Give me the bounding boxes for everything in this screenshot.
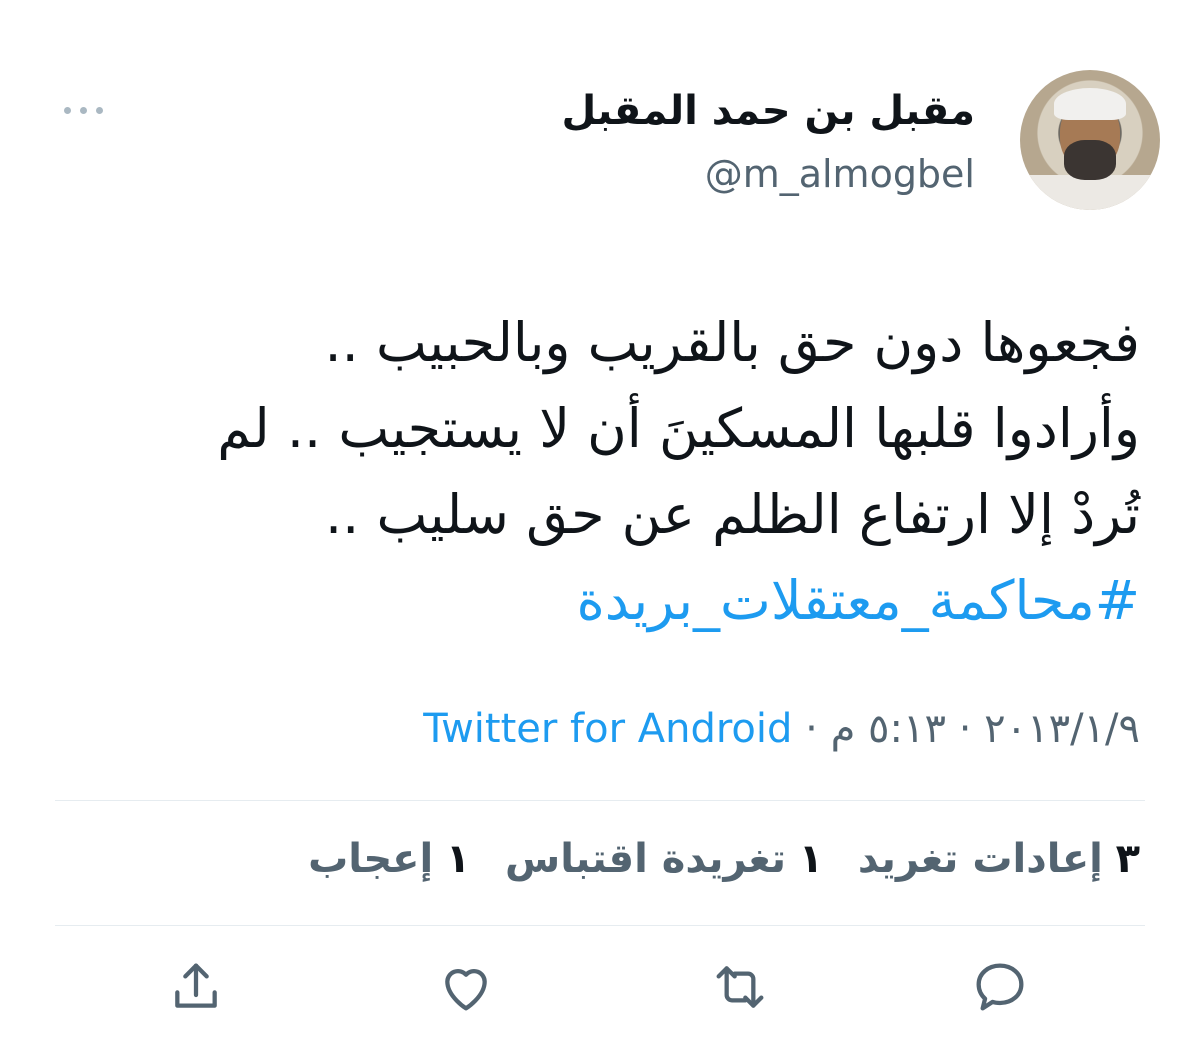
tweet-date[interactable]: ٢٠١٣/١/٩ — [984, 706, 1140, 752]
share-icon[interactable] — [164, 955, 228, 1019]
likes-stat[interactable]: ١ إعجاب — [286, 836, 470, 882]
tweet-text: فجعوها دون حق بالقريب وبالحبيب .. وأرادو… — [50, 300, 1140, 644]
hashtag-link[interactable]: #محاكمة_معتقلات_بريدة — [50, 558, 1141, 644]
quotes-stat[interactable]: ١ تغريدة اقتباس — [483, 836, 823, 882]
tweet-line: فجعوها دون حق بالقريب وبالحبيب .. — [324, 311, 1140, 374]
user-handle[interactable]: @m_almogbel — [705, 152, 975, 196]
more-horizontal-icon[interactable] — [62, 100, 106, 120]
retweets-label: إعادات تغريد — [857, 836, 1103, 882]
heart-icon[interactable] — [434, 955, 498, 1019]
meta-separator: · — [945, 706, 985, 752]
tweet-meta: ٢٠١٣/١/٩ · ٥:١٣ م · Twitter for Android — [423, 706, 1140, 752]
tweet-time[interactable]: ٥:١٣ م — [831, 706, 946, 752]
tweet-header: مقبل بن حمد المقبل @m_almogbel — [40, 70, 1160, 210]
likes-label: إعجاب — [308, 836, 434, 882]
quotes-label: تغريدة اقتباس — [505, 836, 786, 882]
quotes-count: ١ — [798, 836, 824, 882]
action-bar — [0, 955, 1200, 1025]
display-name[interactable]: مقبل بن حمد المقبل — [562, 88, 976, 134]
tweet-line: تُردْ إلا ارتفاع الظلم عن حق سليب .. — [324, 483, 1140, 546]
avatar[interactable] — [1020, 70, 1160, 210]
tweet-stats: ٣ إعادات تغريد ١ تغريدة اقتباس ١ إعجاب — [286, 836, 1140, 882]
retweets-stat[interactable]: ٣ إعادات تغريد — [836, 836, 1140, 882]
retweet-icon[interactable] — [708, 955, 772, 1019]
divider — [55, 925, 1145, 926]
tweet-source-link[interactable]: Twitter for Android — [423, 706, 792, 752]
avatar-beard — [1064, 140, 1116, 180]
meta-separator: · — [792, 706, 831, 752]
tweet-line: وأرادوا قلبها المسكينَ أن لا يستجيب .. ل… — [217, 397, 1140, 460]
likes-count: ١ — [445, 836, 471, 882]
divider — [55, 800, 1145, 801]
avatar-robe — [1020, 175, 1160, 210]
avatar-cap — [1054, 88, 1126, 120]
retweets-count: ٣ — [1115, 836, 1140, 882]
reply-icon[interactable] — [968, 955, 1032, 1019]
